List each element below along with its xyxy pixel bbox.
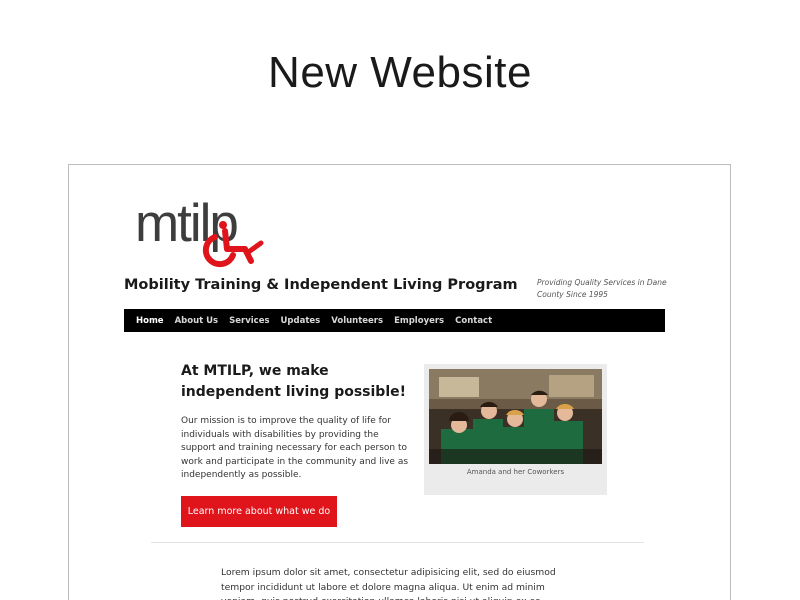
photo-caption: Amanda and her Coworkers — [466, 468, 565, 476]
nav-item-contact[interactable]: Contact — [455, 316, 492, 326]
nav-item-volunteers[interactable]: Volunteers — [331, 316, 383, 326]
section-divider — [151, 542, 644, 543]
site-logo[interactable]: mtilp — [135, 191, 285, 271]
photo-card: Amanda and her Coworkers — [424, 364, 607, 495]
nav-item-employers[interactable]: Employers — [394, 316, 444, 326]
nav-item-home[interactable]: Home — [136, 316, 164, 326]
learn-more-button[interactable]: Learn more about what we do — [181, 496, 337, 527]
nav-item-about-us[interactable]: About Us — [175, 316, 219, 326]
hero-mission-text: Our mission is to improve the quality of… — [181, 416, 409, 480]
lorem-body-text: Lorem ipsum dolor sit amet, consectetur … — [221, 567, 556, 600]
website-screenshot-frame: mtilp Mobility Training & Independent Li… — [68, 164, 731, 600]
team-photo — [429, 369, 602, 464]
wheelchair-logo-icon: mtilp — [135, 194, 264, 268]
main-navigation: Home About Us Services Updates Volunteer… — [124, 309, 665, 332]
slide-title: New Website — [268, 48, 532, 97]
site-tagline: Providing Quality Services in Dane Count… — [537, 278, 667, 299]
site-name: Mobility Training & Independent Living P… — [124, 277, 518, 293]
hero-heading: At MTILP, we make independent living pos… — [181, 363, 407, 400]
nav-item-updates[interactable]: Updates — [281, 316, 321, 326]
nav-item-services[interactable]: Services — [229, 316, 269, 326]
